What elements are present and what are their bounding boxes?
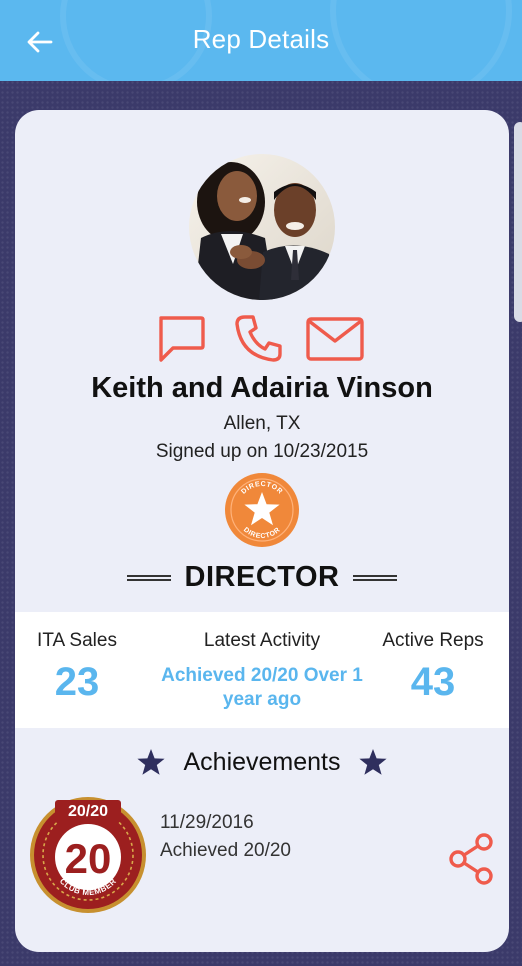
stats-panel: ITA Sales 23 Latest Activity Achieved 20… [15,612,509,728]
achievements-title: Achievements [183,747,341,776]
rank-label: DIRECTOR [184,560,340,593]
stat-latest-activity: Latest Activity Achieved 20/20 Over 1 ye… [139,612,385,712]
stat-value: 23 [54,660,100,704]
divider [353,573,398,581]
avatar-photo [189,154,335,300]
rep-name: Keith and Adairia Vinson [91,372,433,404]
divider [126,573,171,581]
achievement-description: Achieved 20/20 [160,840,291,861]
contact-actions [15,312,509,368]
share-button[interactable] [445,832,497,886]
director-badge: DIRECTOR DIRECTOR [224,472,300,548]
achievements-heading: Achievements [15,742,509,782]
avatar [189,154,335,300]
badge-number: 20 [65,835,112,882]
achievement-date: 11/29/2016 [160,812,254,833]
badge-top-text: 20/20 [68,803,108,820]
email-button[interactable] [305,316,365,367]
phone-icon [235,315,282,362]
rank-heading: DIRECTOR [15,557,509,597]
stat-label: Latest Activity [203,630,321,651]
stat-activity-value: Achieved 20/20 Over 1 year ago [161,665,363,710]
rep-detail-card: Keith and Adairia Vinson Allen, TX Signe… [15,110,509,952]
share-icon [449,833,493,885]
email-icon [306,317,364,361]
rep-location: Allen, TX [223,413,301,434]
message-icon [159,316,205,362]
message-button[interactable] [155,314,207,369]
stat-label: Active Reps [382,630,484,651]
app-bar: Rep Details [0,0,522,81]
stat-ita-sales: ITA Sales 23 [15,612,139,705]
stat-value: 43 [410,660,456,704]
call-button[interactable] [233,314,283,369]
signup-date: Signed up on 10/23/2015 [155,441,369,462]
stat-label: ITA Sales [37,630,117,651]
side-panel-edge [514,122,522,322]
stat-active-reps: Active Reps 43 [371,612,495,705]
star-icon [137,749,166,775]
page-title: Rep Details [192,24,330,54]
achievement-badge-2020: 20/20 20 CLUB MEMBER [29,796,147,914]
star-icon [358,749,387,775]
